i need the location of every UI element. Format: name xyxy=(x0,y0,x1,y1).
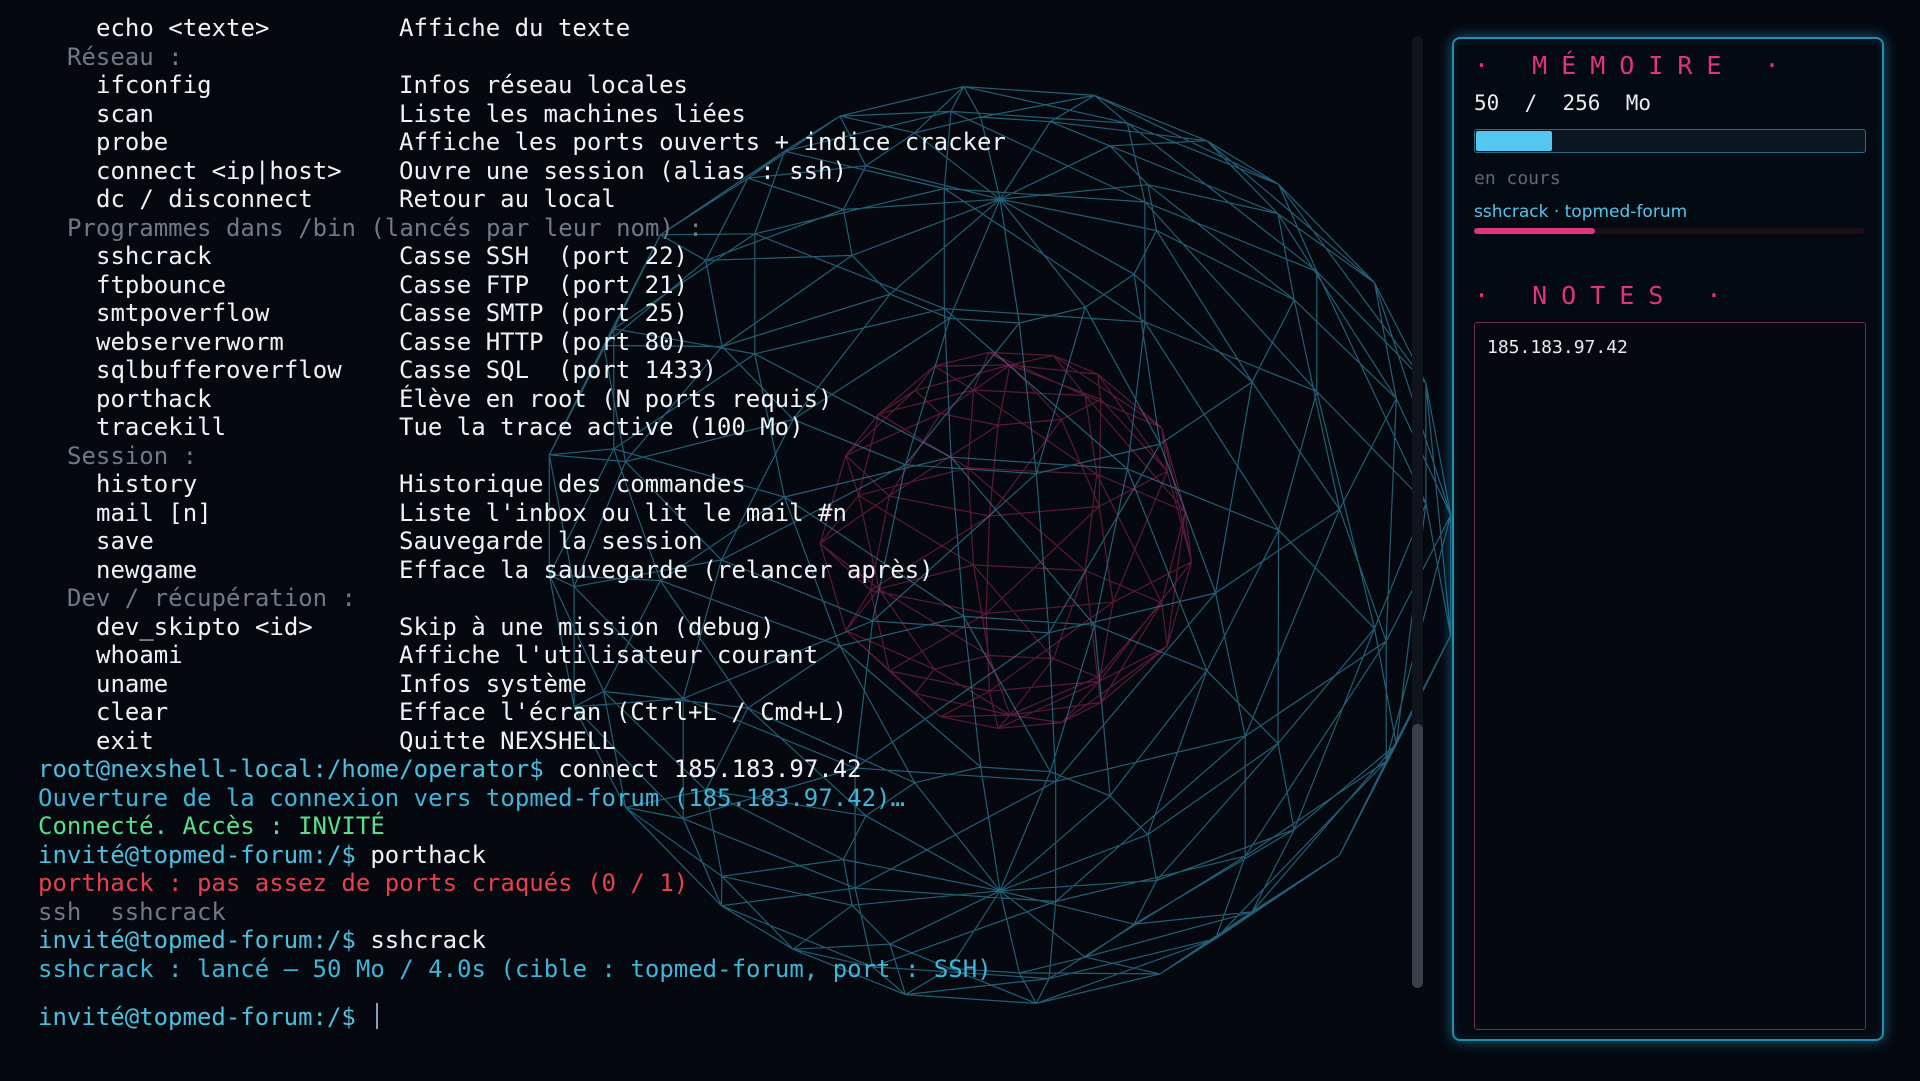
help-line: probe Affiche les ports ouverts + indice … xyxy=(96,128,1006,156)
memory-bar-fill xyxy=(1476,131,1552,151)
memory-bar xyxy=(1474,129,1866,153)
notes-title: · NOTES · xyxy=(1474,281,1736,310)
log-line-error: porthack : pas assez de ports craqués (0… xyxy=(38,869,689,897)
process-progress-bar xyxy=(1474,228,1864,234)
log-line-opening: Ouverture de la connexion vers topmed-fo… xyxy=(38,783,905,812)
help-line: sshcrack Casse SSH (port 22) xyxy=(96,242,688,270)
help-line: ifconfig Infos réseau locales xyxy=(96,71,688,99)
terminal-scrollbar[interactable] xyxy=(1412,36,1423,988)
help-line: scan Liste les machines liées xyxy=(96,99,746,128)
help-line-partial: echo <texte> Affiche du texte xyxy=(96,14,631,42)
log-line-porthack: invité@topmed-forum:/$ porthack xyxy=(38,840,486,869)
help-category-network: Réseau : xyxy=(67,42,183,71)
scrollbar-thumb[interactable] xyxy=(1412,724,1423,988)
terminal-input-line[interactable]: invité@topmed-forum:/$ xyxy=(38,1003,1405,1032)
running-process-label: sshcrack · topmed-forum xyxy=(1474,202,1688,222)
help-line: porthack Élève en root (N ports requis) xyxy=(96,384,833,413)
help-line: smtpoverflow Casse SMTP (port 25) xyxy=(96,299,688,327)
log-line-launched: sshcrack : lancé — 50 Mo / 4.0s (cible :… xyxy=(38,954,992,983)
memory-title: · MÉMOIRE · xyxy=(1474,51,1794,80)
help-line: tracekill Tue la trace active (100 Mo) xyxy=(96,413,804,441)
help-category-dev: Dev / récupération : xyxy=(67,584,356,612)
help-line: dc / disconnect Retour au local xyxy=(96,185,616,213)
help-line: connect <ip|host> Ouvre une session (alia… xyxy=(96,156,847,185)
log-line-sshcrack: invité@topmed-forum:/$ sshcrack xyxy=(38,926,486,954)
help-line: dev_skipto <id> Skip à une mission (debug… xyxy=(96,612,775,641)
log-line-connect: root@nexshell-local:/home/operator$ conn… xyxy=(38,755,862,783)
help-line: mail [n] Liste l'inbox ou lit le mail #n xyxy=(96,498,847,527)
log-line-hint: ssh sshcrack xyxy=(38,897,226,926)
help-line: history Historique des commandes xyxy=(96,470,746,498)
help-line: sqlbufferoverflow Casse SQL (port 1433) xyxy=(96,356,717,384)
process-progress-fill xyxy=(1474,228,1595,234)
help-line: ftpbounce Casse FTP (port 21) xyxy=(96,270,688,299)
notes-textarea[interactable]: 185.183.97.42 xyxy=(1474,322,1866,1030)
prompt-remote: invité@topmed-forum:/$ xyxy=(38,1003,356,1031)
help-line: webserverworm Casse HTTP (port 80) xyxy=(96,327,688,356)
side-panel: · MÉMOIRE · 50 / 256 Mo en cours sshcrac… xyxy=(1452,37,1884,1041)
terminal-output[interactable]: echo <texte> Affiche du texte Réseau : if… xyxy=(0,0,1405,1081)
help-line: whoami Affiche l'utilisateur courant xyxy=(96,641,819,669)
text-cursor xyxy=(376,1003,379,1029)
prompt-remote: invité@topmed-forum:/$ xyxy=(38,840,356,869)
help-line: clear Efface l'écran (Ctrl+L / Cmd+L) xyxy=(96,698,847,726)
help-line: uname Infos système xyxy=(96,669,587,698)
memory-readout: 50 / 256 Mo xyxy=(1474,91,1652,115)
running-label: en cours xyxy=(1474,168,1561,189)
help-category-session: Session : xyxy=(67,441,198,470)
prompt-local: root@nexshell-local:/home/operator$ xyxy=(38,755,544,783)
log-line-connected: Connecté. Accès : INVITÉ xyxy=(38,812,385,840)
prompt-remote: invité@topmed-forum:/$ xyxy=(38,926,356,954)
help-category-programs: Programmes dans /bin (lancés par leur no… xyxy=(67,213,703,242)
help-line: exit Quitte NEXSHELL xyxy=(96,726,616,755)
help-line: save Sauvegarde la session xyxy=(96,527,703,555)
help-line: newgame Efface la sauvegarde (relancer ap… xyxy=(96,555,934,584)
